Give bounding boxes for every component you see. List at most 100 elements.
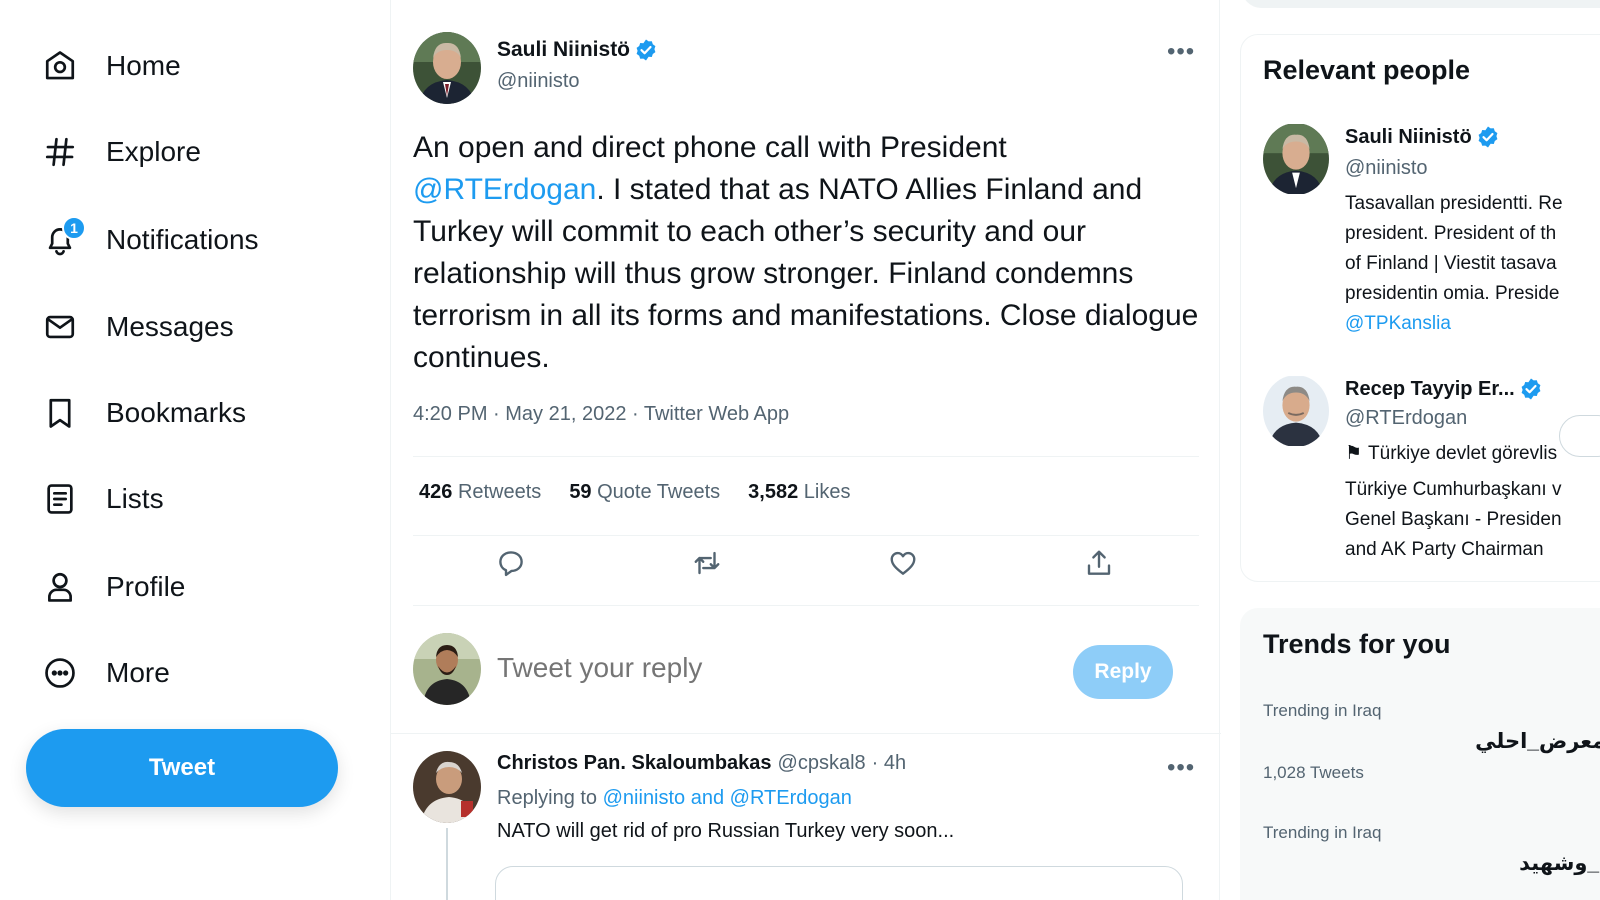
verified-badge-icon (1478, 126, 1498, 148)
tweet-actions (413, 548, 1199, 578)
comment-author-handle[interactable]: @cpskal8 (778, 752, 866, 775)
bookmark-icon (40, 393, 80, 433)
retweets-count: 426 (419, 481, 453, 503)
reply-button[interactable]: Reply (1073, 645, 1173, 699)
nav-item-more[interactable]: More (40, 645, 170, 701)
list-icon (40, 479, 80, 519)
share-icon (1087, 550, 1111, 575)
trend-meta: Trending in Iraq (1263, 823, 1382, 842)
reply-action-button[interactable] (413, 548, 609, 578)
comment-header: Christos Pan. Skaloumbakas @cpskal8 · 4h (497, 752, 906, 775)
thread-line (446, 828, 448, 900)
person-name-text: Recep Tayyip Er... (1345, 377, 1515, 400)
bio-line: presidentin omia. Preside (1345, 283, 1560, 304)
replying-prefix: Replying to (497, 787, 598, 809)
trend-name: _المعرض_احلي (1475, 730, 1600, 753)
likes-stat[interactable]: 3,582 Likes (748, 481, 850, 504)
quoted-tweet-card[interactable] (495, 866, 1183, 900)
bio-link[interactable]: @TPKanslia (1345, 309, 1600, 339)
person-handle[interactable]: @RTErdogan (1345, 407, 1467, 430)
person-avatar[interactable] (1263, 123, 1329, 195)
replying-to-links[interactable]: @niinisto and @RTErdogan (603, 787, 852, 809)
quote-tweets-count: 59 (569, 481, 592, 503)
person-handle[interactable]: @niinisto (1345, 157, 1428, 180)
quote-tweets-label: Quote Tweets (597, 481, 721, 503)
trend-meta: Trending in Iraq (1263, 701, 1382, 720)
mail-icon (40, 307, 80, 347)
retweet-action-button[interactable] (609, 548, 805, 578)
reply-input[interactable] (497, 652, 1037, 684)
trends-panel: Trends for you Trending in Iraq _المعرض_… (1240, 608, 1600, 900)
bio-line: president. President of th (1345, 223, 1557, 244)
relevant-people-panel: Relevant people Sauli Niinistö @niinisto… (1240, 34, 1600, 582)
trend-count: 1,028 Tweets (1263, 763, 1364, 782)
hashtag-icon (40, 132, 80, 172)
nav-label-more: More (106, 657, 170, 688)
tweet-author-avatar[interactable] (413, 32, 481, 104)
nav-item-notifications[interactable]: 1 Notifications (40, 212, 259, 268)
nav-item-lists[interactable]: Lists (40, 471, 164, 527)
verified-badge-icon (636, 39, 656, 61)
tweet-author-handle[interactable]: @niinisto (497, 70, 580, 93)
bio-line: Türkiye Cumhurbaşkanı v (1345, 479, 1562, 500)
home-icon (40, 46, 80, 86)
likes-count: 3,582 (748, 481, 799, 503)
tweet-button[interactable]: Tweet (26, 729, 338, 807)
notifications-badge: 1 (62, 216, 86, 240)
nav-label-explore: Explore (106, 136, 201, 167)
nav-item-explore[interactable]: Explore (40, 124, 201, 180)
person-name[interactable]: Sauli Niinistö (1345, 125, 1500, 149)
tweet-stats: 426 Retweets 59 Quote Tweets 3,582 Likes (419, 481, 851, 504)
retweets-label: Retweets (457, 481, 542, 503)
person-label-text: Türkiye devlet görevlis (1368, 443, 1558, 464)
person-bio: Türkiye Cumhurbaşkanı v Genel Başkanı - … (1345, 475, 1600, 565)
tweet-more-icon[interactable]: ••• (1167, 38, 1195, 66)
tweet-mention-link[interactable]: @RTErdogan (413, 173, 596, 206)
search-box[interactable] (1242, 0, 1600, 8)
tweet-author-name-text: Sauli Niinistö (497, 38, 631, 61)
share-action-button[interactable] (1001, 548, 1197, 578)
current-user-avatar[interactable] (413, 633, 481, 705)
divider (391, 733, 1221, 734)
tweet-author-name[interactable]: Sauli Niinistö (497, 38, 658, 62)
heart-icon (890, 551, 916, 575)
nav-label-lists: Lists (106, 483, 164, 514)
sidebar-right: Relevant people Sauli Niinistö @niinisto… (1238, 0, 1600, 900)
divider (413, 456, 1199, 457)
nav-item-bookmarks[interactable]: Bookmarks (40, 385, 246, 441)
person-icon (40, 567, 80, 607)
nav-label-messages: Messages (106, 311, 234, 342)
divider (413, 605, 1199, 606)
person-label: ⚑ Türkiye devlet görevlis (1345, 439, 1600, 469)
bio-line: Tasavallan presidentti. Re (1345, 193, 1563, 214)
comment-replying-to: Replying to @niinisto and @RTErdogan (497, 787, 852, 810)
person-name[interactable]: Recep Tayyip Er... (1345, 377, 1543, 401)
flag-icon: ⚑ (1345, 443, 1363, 464)
person-avatar[interactable] (1263, 375, 1329, 447)
tweet-timestamp[interactable]: 4:20 PM · May 21, 2022 · Twitter Web App (413, 403, 789, 426)
like-action-button[interactable] (805, 548, 1001, 578)
comment-time[interactable]: · 4h (872, 752, 906, 775)
nav-label-home: Home (106, 50, 181, 81)
comment-author-avatar[interactable] (413, 751, 481, 823)
trends-title: Trends for you (1263, 629, 1451, 659)
comment-author-name[interactable]: Christos Pan. Skaloumbakas (497, 752, 772, 775)
person-bio: Tasavallan presidentti. Re president. Pr… (1345, 189, 1600, 339)
divider (413, 535, 1199, 536)
comment-more-icon[interactable]: ••• (1167, 754, 1195, 782)
more-circle-icon (40, 653, 80, 693)
comment-text: NATO will get rid of pro Russian Turkey … (497, 820, 955, 842)
nav-item-home[interactable]: Home (40, 38, 181, 94)
primary-nav: Home Explore 1 Notifications Messages Bo… (0, 0, 390, 900)
person-name-text: Sauli Niinistö (1345, 125, 1472, 148)
nav-item-messages[interactable]: Messages (40, 299, 234, 355)
quote-tweets-stat[interactable]: 59 Quote Tweets (569, 481, 720, 504)
retweets-stat[interactable]: 426 Retweets (419, 481, 541, 504)
reply-icon (499, 551, 523, 577)
nav-label-profile: Profile (106, 571, 186, 602)
likes-label: Likes (803, 481, 851, 503)
tweet-text-part-1: An open and direct phone call with Presi… (413, 131, 1007, 164)
bio-line: and AK Party Chairman (1345, 539, 1544, 560)
bio-line: of Finland | Viestit tasava (1345, 253, 1557, 274)
nav-item-profile[interactable]: Profile (40, 559, 185, 615)
